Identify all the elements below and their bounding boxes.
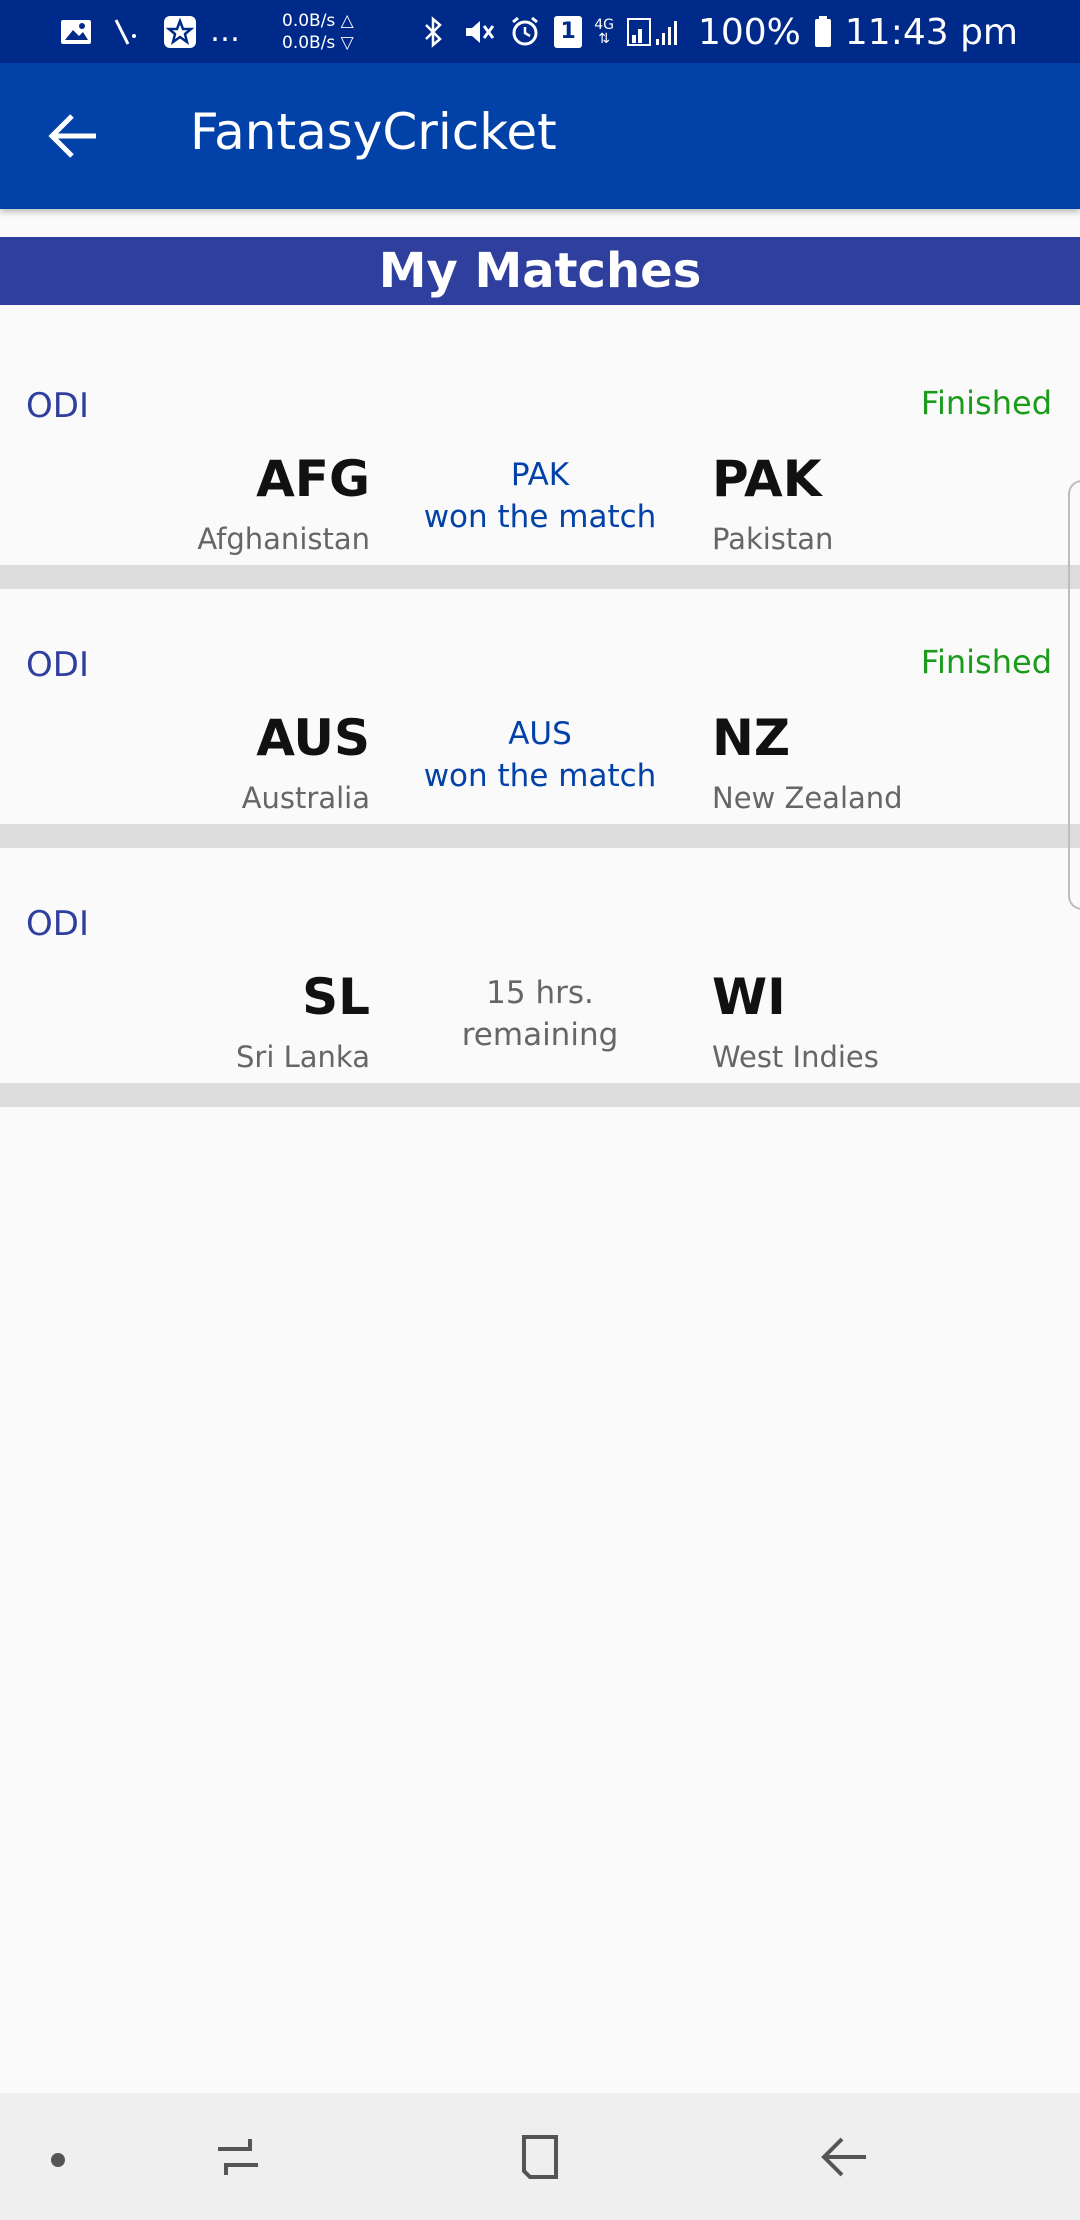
more-notifications-icon: … [210,14,240,49]
status-left-icons: … [58,12,240,52]
star-app-icon [164,16,196,48]
net-down-text: 0.0B/s ▽ [282,33,354,53]
team2-code: PAK [712,450,822,508]
team1-code: AFG [256,450,370,508]
section-title: My Matches [0,237,1080,305]
match-result: AUS won the match [400,713,680,797]
arrow-left-icon[interactable] [40,107,106,165]
team1-name: Sri Lanka [236,1040,370,1074]
bluetooth-icon [425,16,443,48]
team2-name: Pakistan [712,522,834,556]
call-missed-icon [114,19,136,45]
result-line-2: won the match [423,499,657,535]
team2-code: NZ [712,709,791,767]
network-type-text: 4G [594,17,614,33]
nav-dot-icon[interactable] [51,2153,65,2167]
match-format: ODI [26,386,89,426]
team2-name: West Indies [712,1040,879,1074]
result-line-1: PAK [510,457,570,493]
battery-percent: 100% [697,11,801,53]
signal-icon [626,18,677,46]
team1-code: AUS [256,709,370,767]
match-card[interactable]: ODI SL Sri Lanka 15 hrs. remaining WI We… [0,848,1080,1082]
match-card[interactable]: ODI Finished AUS Australia AUS won the m… [0,589,1080,823]
battery-icon [814,16,831,47]
recents-icon[interactable] [210,2129,266,2185]
match-format: ODI [26,904,89,944]
network-type: 4G ⇅ [594,18,614,46]
network-speed: 0.0B/s △ 0.0B/s ▽ [282,10,354,54]
data-arrows-icon: ⇅ [598,31,610,47]
divider [0,1083,1080,1107]
team1-name: Australia [241,781,370,815]
match-status: Finished [920,643,1052,681]
mute-icon [466,21,495,43]
status-right-icons: 1 4G ⇅ 100% 11:43 pm [416,10,1018,54]
net-up-text: 0.0B/s △ [282,11,354,31]
back-icon[interactable] [810,2127,876,2187]
navigation-bar [0,2093,1080,2220]
result-line-2: won the match [423,758,657,794]
status-bar: … 0.0B/s △ 0.0B/s ▽ 1 4G ⇅ 100% 11:43 pm [0,0,1080,63]
team2-name: New Zealand [712,781,903,815]
image-icon [61,20,91,44]
match-card[interactable]: ODI Finished AFG Afghanistan PAK won the… [0,330,1080,564]
team1-name: Afghanistan [197,522,370,556]
divider [0,824,1080,848]
divider [0,565,1080,589]
result-line-1: AUS [508,716,572,752]
team1-code: SL [302,968,370,1026]
app-bar: FantasyCricket [0,63,1080,209]
app-title: FantasyCricket [190,103,557,161]
match-status: Finished [920,384,1052,422]
edge-panel-handle[interactable] [1068,480,1080,910]
alarm-icon [512,16,539,46]
home-icon[interactable] [510,2127,570,2187]
result-line-2: remaining [461,1017,619,1053]
match-result: PAK won the match [400,454,680,538]
match-countdown: 15 hrs. remaining [400,972,680,1056]
match-format: ODI [26,645,89,685]
result-line-1: 15 hrs. [486,975,594,1011]
team2-code: WI [712,968,786,1026]
clock: 11:43 pm [844,11,1018,53]
notification-count-badge: 1 [554,16,583,48]
